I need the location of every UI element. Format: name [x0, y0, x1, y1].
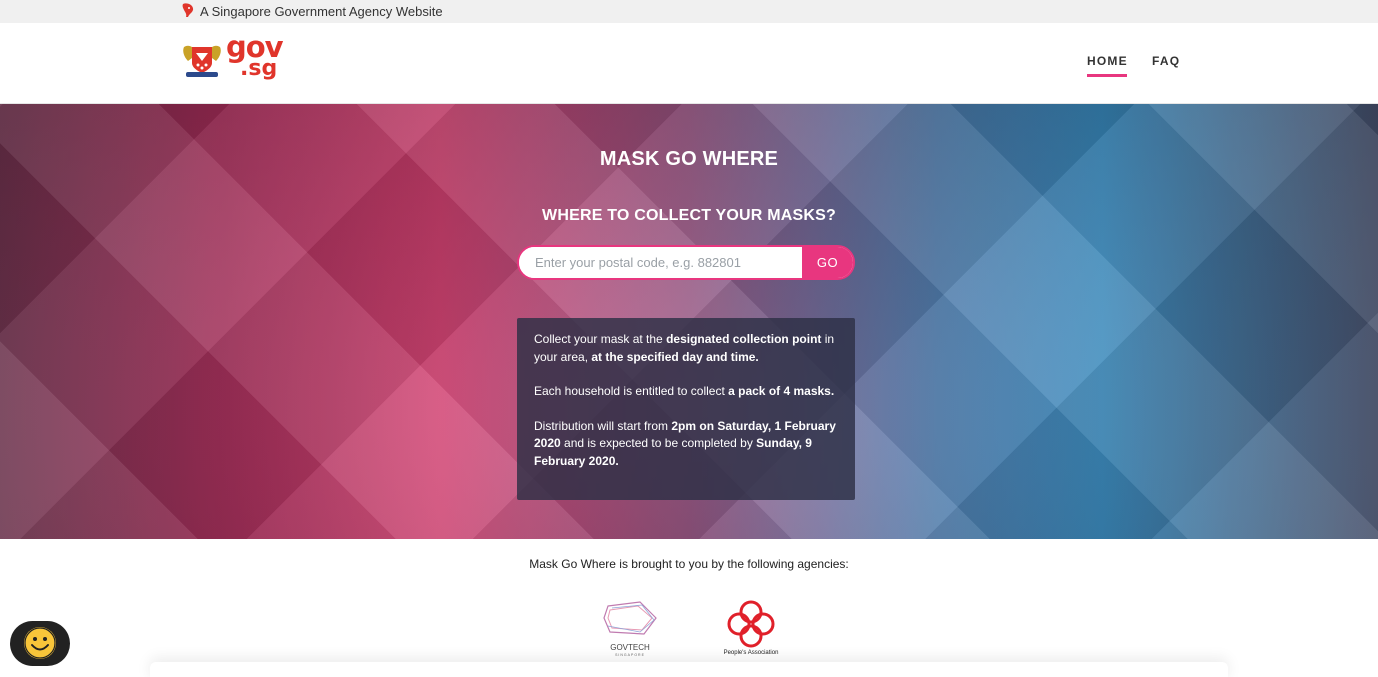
feedback-button[interactable]: [10, 621, 70, 666]
info-p1-text: Collect your mask at the: [534, 332, 667, 346]
postal-code-input[interactable]: [519, 247, 804, 278]
site-header: gov .sg HOME FAQ: [0, 23, 1378, 104]
coat-of-arms-icon: [183, 45, 221, 77]
info-p3-text2: and is expected to be completed by: [560, 436, 757, 450]
gov-sg-logo[interactable]: gov .sg: [180, 33, 284, 85]
info-p2-text: Each household is entitled to collect: [534, 384, 729, 398]
pa-label: People's Association: [724, 650, 779, 656]
info-p3-text: Distribution will start from: [534, 418, 672, 433]
bottom-card-edge: [150, 662, 1228, 677]
govtech-logo[interactable]: GOVTECH SINGAPORE: [600, 598, 660, 658]
hero-section: MASK GO WHERE WHERE TO COLLECT YOUR MASK…: [0, 104, 1378, 539]
lion-head-icon: [182, 3, 194, 17]
info-panel: Collect your mask at the designated coll…: [517, 318, 855, 500]
logo-wordmark: gov .sg: [226, 33, 284, 81]
hero-subtitle: WHERE TO COLLECT YOUR MASKS?: [542, 207, 836, 224]
info-p1-bold2: at the specified day and time.: [591, 349, 759, 364]
logo-wordmark-sg: .sg: [240, 56, 278, 81]
smiley-face-icon: [24, 627, 56, 659]
postal-code-search: GO: [517, 245, 855, 280]
nav-active-underline: [1087, 74, 1127, 77]
page-title: MASK GO WHERE: [599, 148, 779, 170]
info-distribution-paragraph: Distribution will start from 2pm on Satu…: [534, 418, 845, 471]
govtech-label: GOVTECH: [610, 643, 650, 652]
govtech-sublabel: SINGAPORE: [615, 653, 645, 657]
info-p1-bold: designated collection point: [666, 332, 822, 346]
info-collect-paragraph: Collect your mask at the designated coll…: [534, 331, 845, 366]
info-household-paragraph: Each household is entitled to collect a …: [534, 383, 845, 401]
nav-faq-link[interactable]: FAQ: [1152, 54, 1180, 68]
agencies-caption: Mask Go Where is brought to you by the f…: [529, 557, 849, 571]
nav-home-link[interactable]: HOME: [1087, 54, 1128, 68]
go-button[interactable]: GO: [802, 247, 853, 278]
masthead-text: A Singapore Government Agency Website: [200, 4, 443, 19]
info-p2-bold: a pack of 4 masks.: [728, 384, 835, 398]
peoples-association-logo[interactable]: People's Association: [716, 598, 786, 656]
gov-masthead: A Singapore Government Agency Website: [0, 0, 1378, 23]
